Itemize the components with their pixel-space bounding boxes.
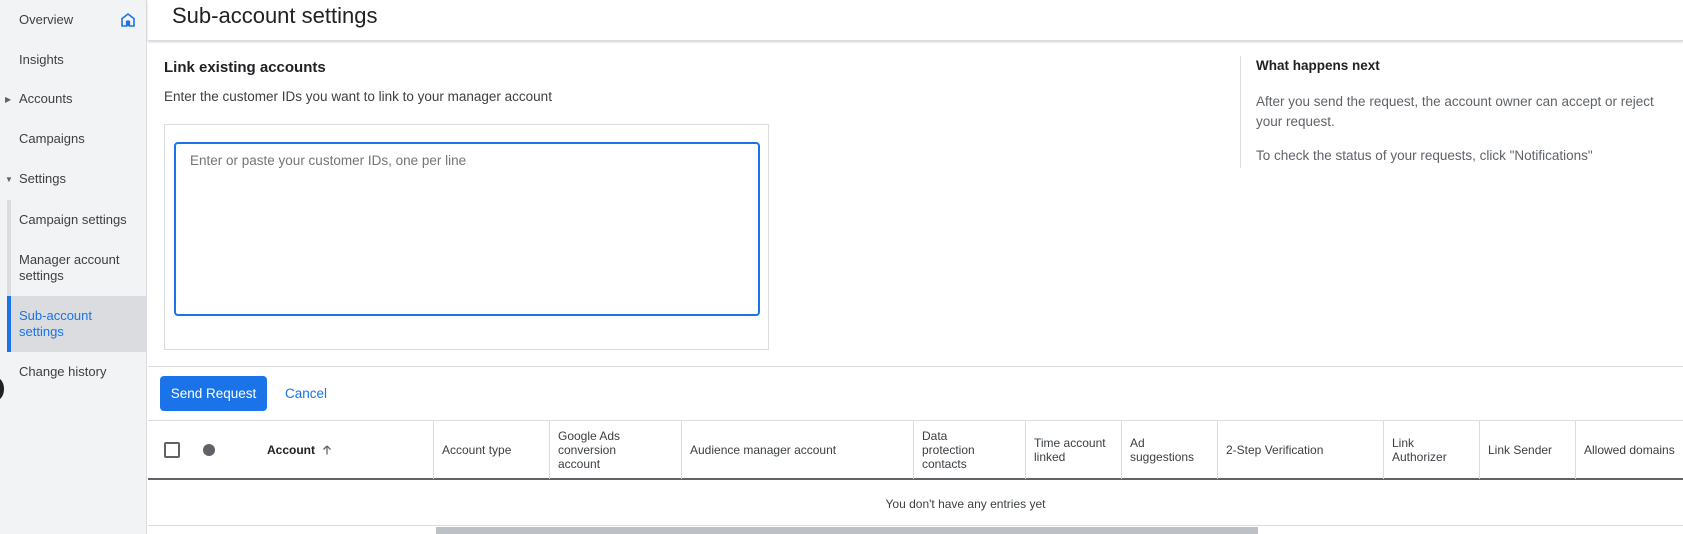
empty-message: You don't have any entries yet xyxy=(885,496,1046,511)
horizontal-scrollbar[interactable] xyxy=(436,527,1258,534)
column-header-account-type[interactable]: Account type xyxy=(434,421,550,479)
status-dot-icon xyxy=(203,444,215,456)
column-header-ad-suggestions[interactable]: Ad suggestions xyxy=(1122,421,1218,479)
info-text: To check the status of your requests, cl… xyxy=(1256,148,1593,163)
select-all-checkbox[interactable] xyxy=(164,442,180,458)
table-empty-row: You don't have any entries yet xyxy=(148,482,1683,526)
sidebar-item-label: Change history xyxy=(19,364,107,379)
column-header-conversion-account[interactable]: Google Ads conversion account xyxy=(550,421,682,479)
divider xyxy=(148,366,1683,367)
column-header-link-authorizer[interactable]: Link Authorizer xyxy=(1384,421,1480,479)
column-header-label: Link Authorizer xyxy=(1392,436,1447,464)
nav-rail-active xyxy=(7,296,11,352)
sidebar-item-label: Campaigns xyxy=(19,131,85,146)
table-header: Account Account type Google Ads conversi… xyxy=(148,420,1683,480)
column-header-link-sender[interactable]: Link Sender xyxy=(1480,421,1576,479)
column-header-label: Data protection contacts xyxy=(922,429,975,471)
caret-right-icon: ▶ xyxy=(5,94,12,104)
sidebar-item-settings[interactable]: ▼ Settings xyxy=(0,169,147,189)
column-header-audience-manager[interactable]: Audience manager account xyxy=(682,421,914,479)
sidebar-item-manager-account-settings[interactable]: Manager account settings xyxy=(7,240,147,296)
app-root: Overview Insights ▶ Accounts Campaigns ▼… xyxy=(0,0,1683,534)
section-description: Enter the customer IDs you want to link … xyxy=(164,89,552,104)
sidebar-item-label: Insights xyxy=(19,52,64,67)
cancel-button[interactable]: Cancel xyxy=(279,376,333,411)
column-header-label: Allowed domains xyxy=(1584,443,1675,457)
column-header-label: 2-Step Verification xyxy=(1226,443,1324,457)
sidebar-item-label: Overview xyxy=(19,12,74,27)
column-header-data-protection[interactable]: Data protection contacts xyxy=(914,421,1026,479)
column-header-time-linked[interactable]: Time account linked xyxy=(1026,421,1122,479)
column-header-label: Audience manager account xyxy=(690,443,837,457)
sidebar-item-campaign-settings[interactable]: Campaign settings xyxy=(7,200,147,240)
send-request-button[interactable]: Send Request xyxy=(160,376,267,411)
sidebar-item-label: Campaign settings xyxy=(19,212,127,227)
sidebar-item-label: Manager account settings xyxy=(19,252,120,283)
column-header-label: Ad suggestions xyxy=(1130,436,1195,464)
section-title: Link existing accounts xyxy=(164,59,326,76)
sidebar-item-accounts[interactable]: ▶ Accounts xyxy=(0,89,147,109)
sidebar-item-campaigns[interactable]: Campaigns xyxy=(0,129,147,149)
column-header-account[interactable]: Account xyxy=(259,421,434,479)
arrow-up-icon xyxy=(323,445,331,455)
page-header: Sub-account settings xyxy=(148,0,1683,41)
customer-ids-input[interactable] xyxy=(174,142,760,316)
info-text: After you send the request, the account … xyxy=(1256,94,1654,129)
sidebar-item-label: Sub-account settings xyxy=(19,308,92,339)
home-icon xyxy=(121,13,135,27)
sidebar: Overview Insights ▶ Accounts Campaigns ▼… xyxy=(0,0,147,534)
column-header-label: Google Ads conversion account xyxy=(558,429,621,471)
sidebar-item-change-history[interactable]: Change history xyxy=(0,362,147,382)
column-header-allowed-domains[interactable]: Allowed domains xyxy=(1576,421,1683,479)
info-divider xyxy=(1240,56,1241,168)
page-title: Sub-account settings xyxy=(172,3,378,28)
sidebar-item-sub-account-settings[interactable]: Sub-account settings xyxy=(7,296,147,352)
column-header-label: Link Sender xyxy=(1488,443,1553,457)
customer-ids-card xyxy=(164,124,769,350)
nav-rail xyxy=(7,240,11,296)
column-header-2-step-verification[interactable]: 2-Step Verification xyxy=(1218,421,1384,479)
sidebar-item-label: Settings xyxy=(19,171,66,186)
sidebar-item-label: Accounts xyxy=(19,91,73,106)
sidebar-item-overview[interactable]: Overview xyxy=(0,10,147,30)
column-header-label: Account xyxy=(267,443,315,457)
sidebar-item-insights[interactable]: Insights xyxy=(0,50,147,70)
column-header-label: Account type xyxy=(442,443,512,457)
column-header-label: Time account linked xyxy=(1034,436,1106,464)
info-title: What happens next xyxy=(1256,58,1380,73)
caret-down-icon: ▼ xyxy=(5,174,13,184)
nav-rail xyxy=(7,200,11,240)
